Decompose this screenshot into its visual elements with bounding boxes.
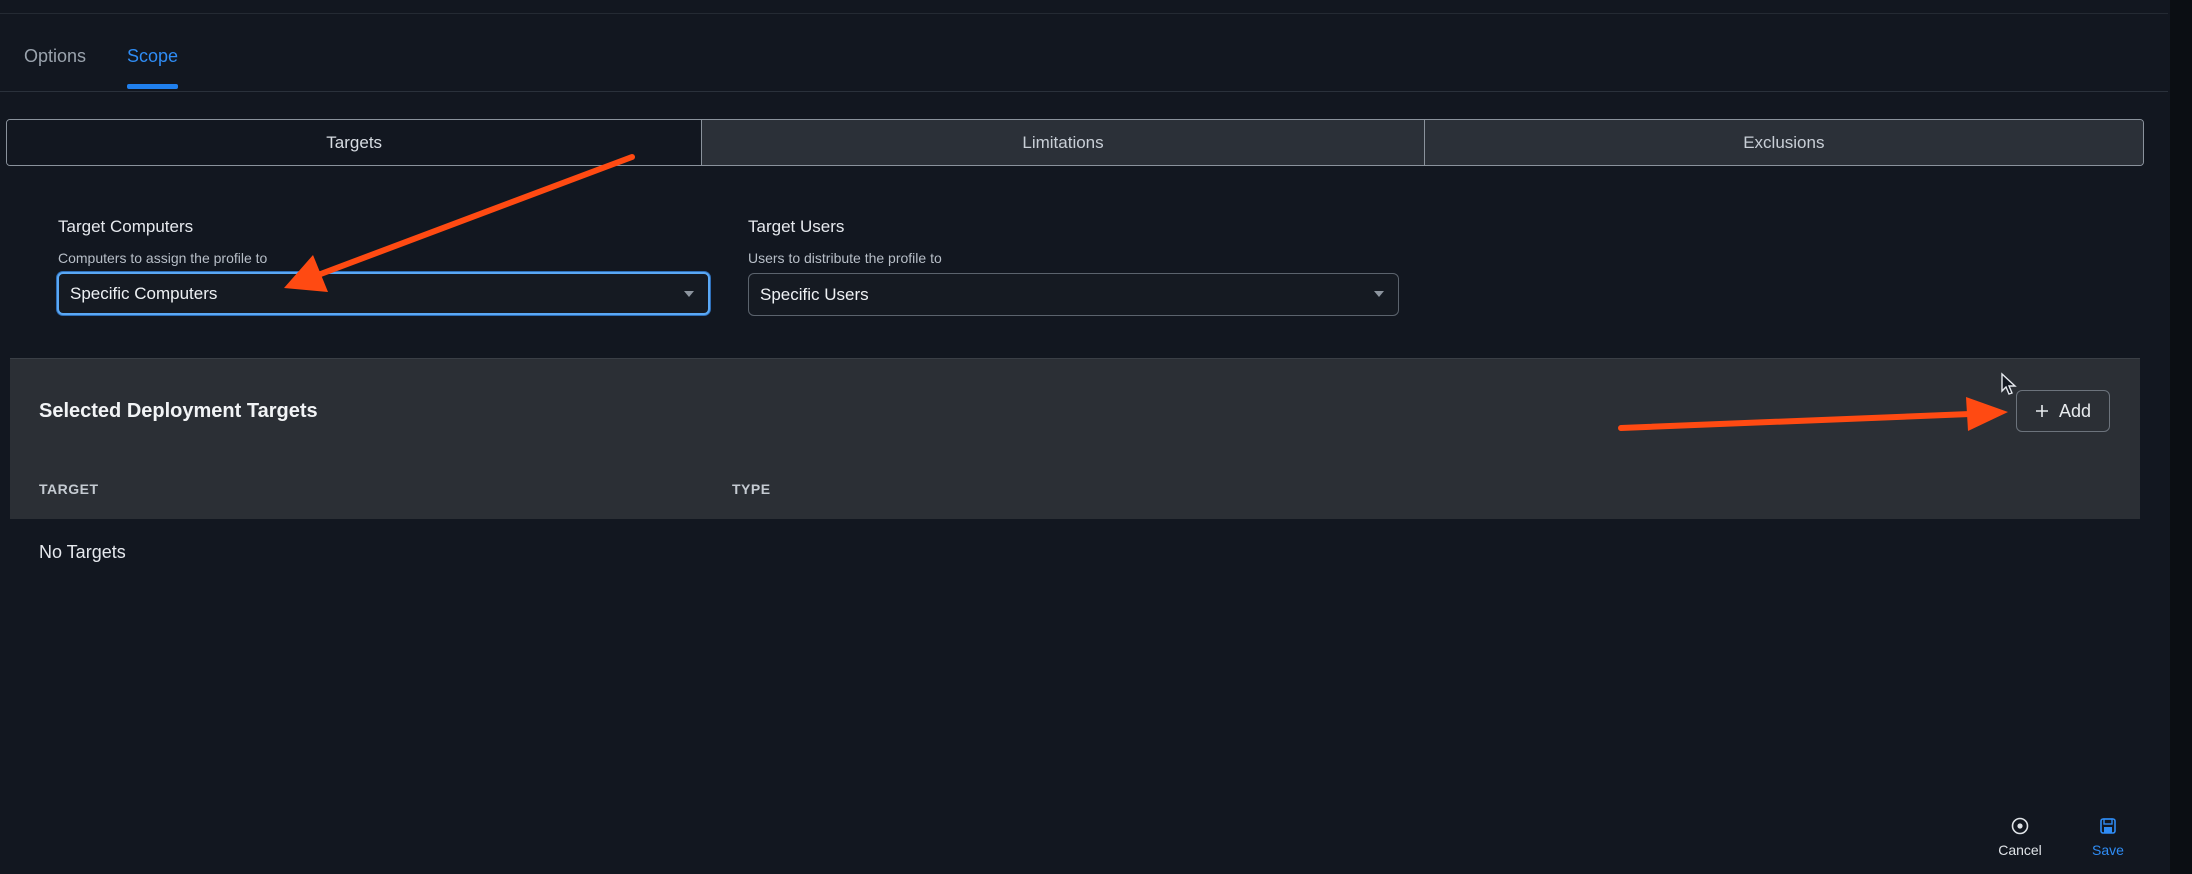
tab-options[interactable]: Options xyxy=(24,46,86,67)
save-icon xyxy=(2100,818,2116,834)
save-button[interactable]: Save xyxy=(2073,816,2143,858)
deployment-targets-panel: Selected Deployment Targets Add TARGET T… xyxy=(10,358,2140,519)
add-target-button[interactable]: Add xyxy=(2016,390,2110,432)
chevron-down-icon xyxy=(684,291,694,297)
target-computers-value: Specific Computers xyxy=(70,283,218,303)
empty-state-text: No Targets xyxy=(39,542,126,562)
cancel-icon xyxy=(2011,817,2029,835)
tab-bar: Options Scope xyxy=(0,38,2168,92)
target-computers-label: Target Computers xyxy=(58,217,194,236)
cancel-button[interactable]: Cancel xyxy=(1985,816,2055,858)
column-header-type: TYPE xyxy=(732,481,771,497)
target-users-select[interactable]: Specific Users xyxy=(748,273,1399,316)
segment-targets[interactable]: Targets xyxy=(7,120,702,165)
cancel-label: Cancel xyxy=(1998,842,2042,858)
segment-limitations[interactable]: Limitations xyxy=(701,120,1424,165)
scope-segmented-control: Targets Limitations Exclusions xyxy=(6,119,2144,166)
plus-icon xyxy=(2035,405,2048,417)
chevron-down-icon xyxy=(1374,291,1384,297)
segment-exclusions[interactable]: Exclusions xyxy=(1423,120,2143,165)
right-edge-rail xyxy=(2170,0,2192,874)
target-users-value: Specific Users xyxy=(760,284,869,304)
active-tab-indicator xyxy=(127,84,178,89)
column-header-target: TARGET xyxy=(39,481,99,497)
save-label: Save xyxy=(2092,842,2124,858)
tab-scope[interactable]: Scope xyxy=(127,46,178,67)
target-users-label: Target Users xyxy=(748,217,845,236)
target-users-hint: Users to distribute the profile to xyxy=(748,250,942,266)
top-divider xyxy=(0,13,2168,14)
deployment-targets-title: Selected Deployment Targets xyxy=(39,400,318,422)
add-button-label: Add xyxy=(2058,400,2092,421)
mouse-cursor-icon xyxy=(2001,372,2017,395)
target-computers-hint: Computers to assign the profile to xyxy=(58,250,268,266)
target-computers-select[interactable]: Specific Computers xyxy=(57,272,710,315)
